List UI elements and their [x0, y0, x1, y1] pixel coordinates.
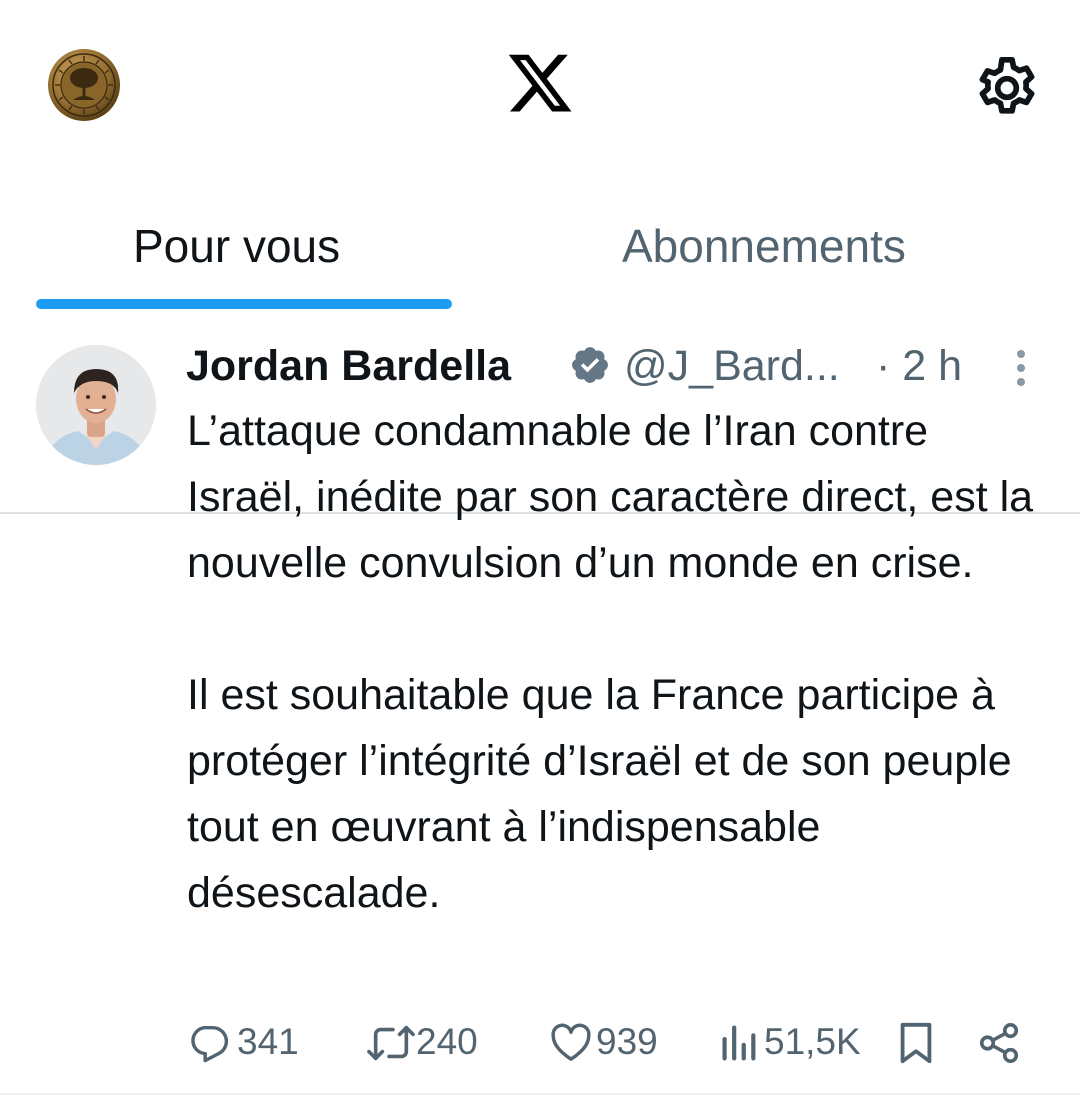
tab-following[interactable]: Abonnements — [540, 200, 1030, 312]
share-button[interactable] — [976, 1014, 1024, 1070]
coin-profile-icon — [48, 49, 120, 121]
tab-for-you[interactable]: Pour vous — [0, 200, 488, 312]
more-options-button[interactable] — [1006, 340, 1036, 394]
share-icon — [979, 1022, 1019, 1064]
avatar[interactable] — [36, 345, 156, 465]
settings-button[interactable] — [971, 52, 1043, 124]
repost-icon — [367, 1025, 415, 1061]
verified-badge-icon[interactable] — [569, 344, 611, 386]
more-vertical-icon — [1017, 350, 1025, 386]
views-button[interactable]: 51,5K — [718, 1014, 868, 1070]
analytics-icon — [722, 1025, 756, 1061]
tab-for-you-label: Pour vous — [133, 220, 341, 272]
like-button[interactable]: 939 — [548, 1014, 668, 1070]
bookmark-button[interactable] — [896, 1014, 940, 1070]
timeline-tabs: Pour vous Abonnements — [0, 200, 1080, 514]
tweet-header: Jordan Bardella @J_Bard... · 2 h — [186, 338, 1046, 398]
views-count: 51,5K — [764, 1021, 861, 1062]
tweet-timestamp[interactable]: · 2 h — [876, 338, 962, 394]
active-tab-indicator — [36, 299, 452, 309]
author-avatar-image — [36, 345, 156, 465]
reply-icon — [191, 1025, 229, 1063]
reply-button[interactable]: 341 — [186, 1014, 306, 1070]
reply-count: 341 — [237, 1021, 299, 1062]
tweet[interactable]: Jordan Bardella @J_Bard... · 2 h L’attaq… — [0, 314, 1080, 1111]
repost-button[interactable]: 240 — [364, 1014, 494, 1070]
x-logo-icon[interactable] — [505, 54, 575, 118]
tweet-actions: 341 240 939 51,5K — [0, 1014, 1080, 1070]
top-bar — [0, 0, 1080, 170]
tweet-paragraph: Il est souhaitable que la France partici… — [187, 671, 1012, 917]
bookmark-icon — [900, 1022, 932, 1064]
tweet-text: L’attaque condamnable de l’Iran contre I… — [187, 398, 1052, 926]
tweet-divider — [0, 1093, 1080, 1095]
repost-count: 240 — [416, 1021, 478, 1062]
heart-icon — [551, 1023, 591, 1061]
profile-avatar-button[interactable] — [47, 48, 121, 122]
author-handle[interactable]: @J_Bard... — [624, 338, 840, 394]
gear-icon — [979, 56, 1035, 114]
author-name[interactable]: Jordan Bardella — [186, 338, 511, 394]
tab-following-label: Abonnements — [622, 220, 906, 272]
like-count: 939 — [596, 1021, 658, 1062]
tweet-paragraph: L’attaque condamnable de l’Iran contre I… — [187, 407, 1034, 587]
